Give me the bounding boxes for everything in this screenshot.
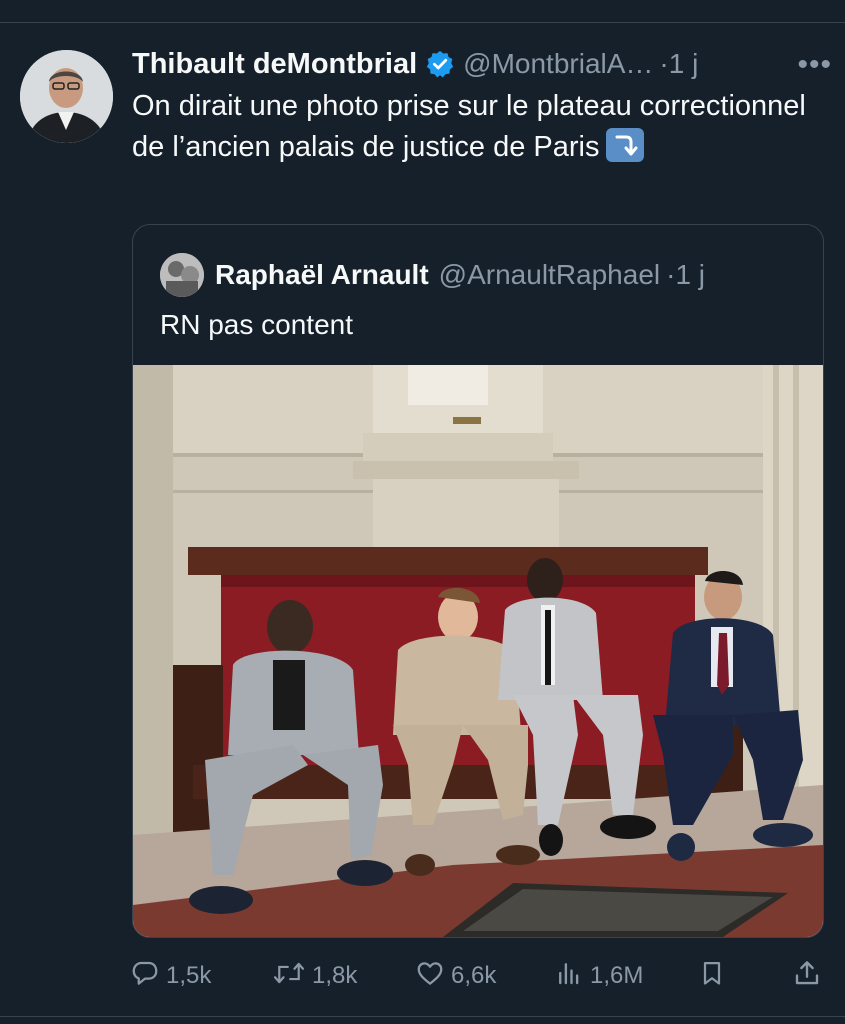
retweet-count: 1,8k (312, 962, 358, 989)
bookmark-button[interactable] (698, 952, 732, 1000)
quoted-tweet[interactable]: Raphaël Arnault @ArnaultRaphael · 1 j RN… (132, 224, 824, 938)
quoted-separator-dot: · (666, 259, 676, 290)
tweet-text: On dirait une photo prise sur le plateau… (132, 86, 822, 168)
views-count: 1,6M (590, 962, 644, 989)
tweet-actions: 1,5k 1,8k 6,6k 1,6M (130, 952, 830, 1000)
tweet-header: Thibault deMontbrial @MontbrialA… · 1 j … (132, 44, 832, 84)
views-icon (554, 958, 590, 995)
reply-count: 1,5k (166, 962, 212, 989)
bottom-divider (0, 1016, 845, 1017)
like-button[interactable]: 6,6k (415, 952, 496, 1000)
author-name[interactable]: Thibault deMontbrial (132, 48, 417, 81)
reply-icon (130, 958, 166, 995)
tweet-photo[interactable] (133, 365, 823, 937)
separator-dot: · (659, 48, 669, 79)
share-button[interactable] (792, 952, 828, 1000)
more-options-button[interactable]: ••• (797, 48, 832, 82)
retweet-icon (272, 958, 312, 995)
quoted-tweet-text: RN pas content (160, 309, 353, 340)
verified-badge-icon (425, 49, 455, 79)
reply-button[interactable]: 1,5k (130, 952, 211, 1000)
heart-icon (415, 958, 451, 995)
quoted-tweet-time[interactable]: 1 j (675, 259, 705, 291)
tweet-time[interactable]: 1 j (669, 48, 699, 80)
like-count: 6,6k (451, 962, 497, 989)
author-handle[interactable]: @MontbrialA… (463, 48, 653, 80)
retweet-button[interactable]: 1,8k (272, 952, 357, 1000)
quoted-author-handle[interactable]: @ArnaultRaphael (439, 259, 660, 291)
quoted-header: Raphaël Arnault @ArnaultRaphael · 1 j (215, 255, 705, 295)
views-button[interactable]: 1,6M (554, 952, 643, 1000)
top-divider (0, 22, 845, 23)
quoted-author-name[interactable]: Raphaël Arnault (215, 259, 429, 291)
tweet-text-content: On dirait une photo prise sur le plateau… (132, 90, 806, 163)
share-icon (792, 958, 828, 995)
quoted-author-avatar[interactable] (160, 253, 204, 297)
author-avatar[interactable] (20, 50, 113, 143)
arrow-down-emoji-icon (605, 128, 644, 162)
bookmark-icon (698, 958, 732, 995)
